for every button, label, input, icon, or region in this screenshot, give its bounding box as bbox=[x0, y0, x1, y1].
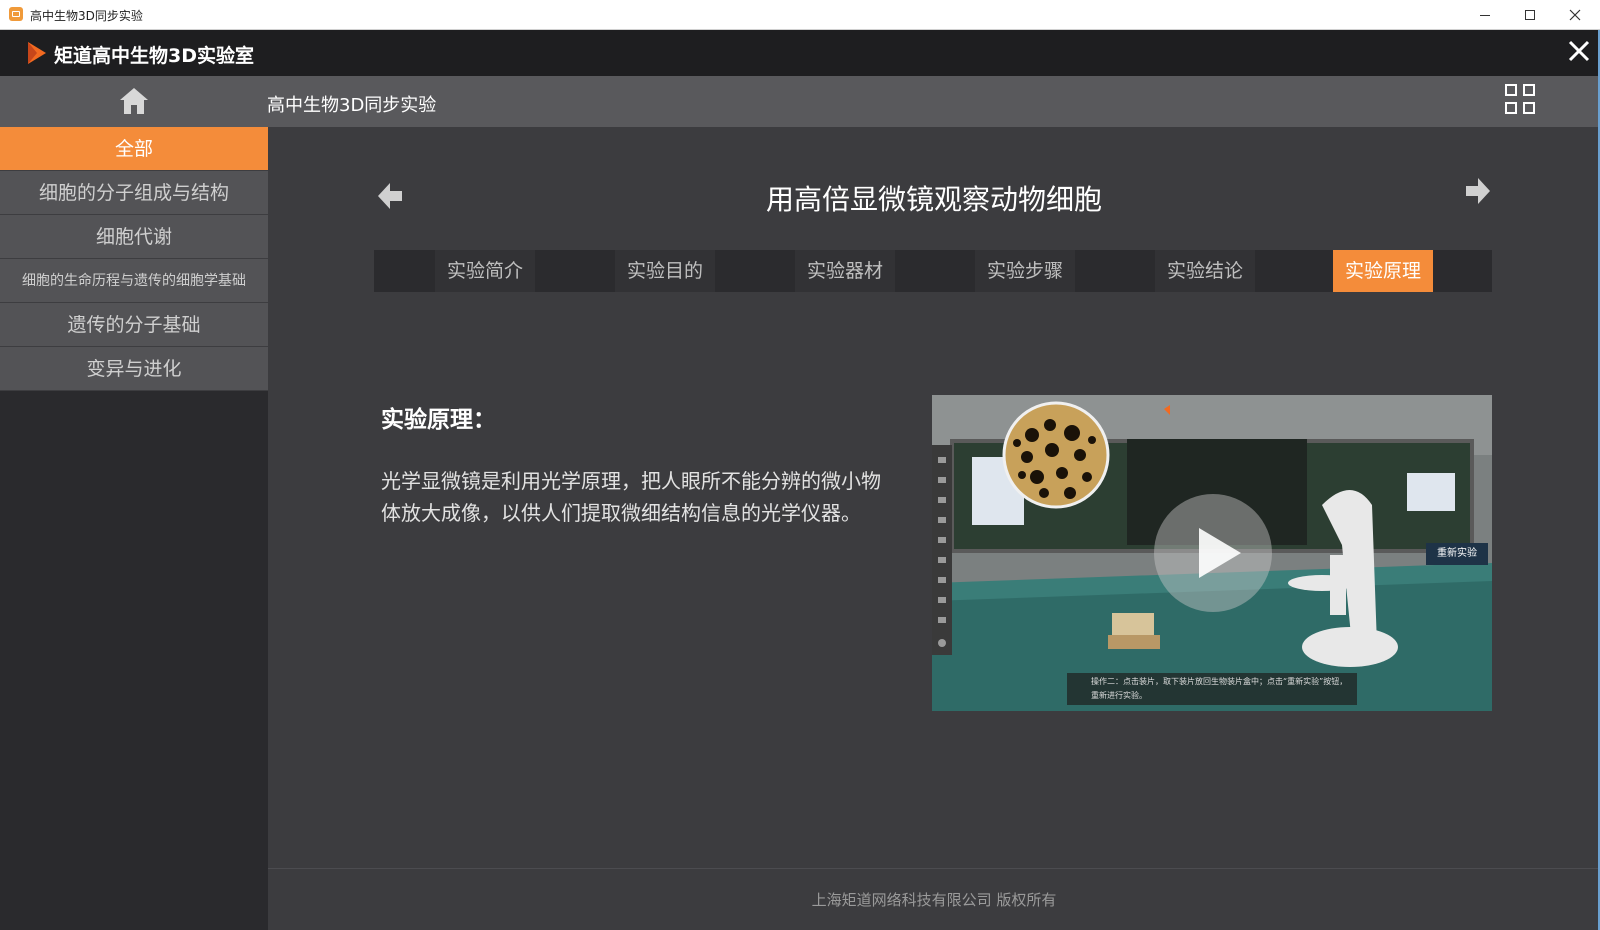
window-close-button[interactable] bbox=[1553, 0, 1597, 30]
sidebar-item-all[interactable]: 全部 bbox=[0, 127, 268, 171]
sidebar-item-cell-life-history[interactable]: 细胞的生命历程与遗传的细胞学基础 bbox=[0, 259, 268, 303]
experiment-video[interactable]: 重新实验 操作二：点击装片，取下装片放回生物装片盒中；点击“重新实验”按钮，重新… bbox=[932, 395, 1492, 711]
logo-icon bbox=[28, 42, 46, 64]
minimize-button[interactable] bbox=[1463, 0, 1507, 30]
footer: 上海矩道网络科技有限公司 版权所有 bbox=[268, 869, 1600, 930]
video-caption: 操作二：点击装片，取下装片放回生物装片盒中；点击“重新实验”按钮，重新进行实验。 bbox=[1067, 673, 1357, 705]
sidebar-item-variation-evolution[interactable]: 变异与进化 bbox=[0, 347, 268, 391]
sidebar-item-cell-composition[interactable]: 细胞的分子组成与结构 bbox=[0, 171, 268, 215]
tab-introduction[interactable]: 实验简介 bbox=[435, 250, 535, 292]
play-button[interactable] bbox=[1154, 494, 1272, 612]
app-icon bbox=[9, 7, 23, 21]
experiment-tabs: 实验简介 实验目的 实验器材 实验步骤 实验结论 实验原理 bbox=[374, 250, 1492, 292]
tab-purpose[interactable]: 实验目的 bbox=[615, 250, 715, 292]
tab-steps[interactable]: 实验步骤 bbox=[975, 250, 1075, 292]
nav-title: 高中生物3D同步实验 bbox=[267, 95, 437, 116]
grid-view-icon[interactable] bbox=[1505, 84, 1537, 116]
restart-experiment-label: 重新实验 bbox=[1426, 543, 1488, 565]
category-sidebar: 全部 细胞的分子组成与结构 细胞代谢 细胞的生命历程与遗传的细胞学基础 遗传的分… bbox=[0, 127, 268, 930]
maximize-button[interactable] bbox=[1508, 0, 1552, 30]
app-header: 矩道高中生物3D实验室 bbox=[0, 30, 1600, 76]
home-icon[interactable] bbox=[118, 86, 150, 116]
app-name: 矩道高中生物3D实验室 bbox=[54, 45, 254, 67]
sidebar-item-cell-metabolism[interactable]: 细胞代谢 bbox=[0, 215, 268, 259]
sidebar-item-molecular-genetics[interactable]: 遗传的分子基础 bbox=[0, 303, 268, 347]
close-icon bbox=[1569, 9, 1581, 21]
tab-equipment[interactable]: 实验器材 bbox=[795, 250, 895, 292]
principle-text: 光学显微镜是利用光学原理，把人眼所不能分辨的微小物体放大成像，以供人们提取微细结… bbox=[381, 469, 881, 525]
app-close-icon[interactable] bbox=[1568, 40, 1590, 62]
window-title: 高中生物3D同步实验 bbox=[30, 9, 143, 23]
tab-principle[interactable]: 实验原理 bbox=[1333, 250, 1433, 292]
nav-bar: 高中生物3D同步实验 bbox=[0, 76, 1600, 127]
copyright-text: 上海矩道网络科技有限公司 版权所有 bbox=[811, 891, 1057, 909]
previous-arrow-icon[interactable] bbox=[376, 181, 404, 211]
principle-heading: 实验原理： bbox=[381, 407, 496, 433]
tab-conclusion[interactable]: 实验结论 bbox=[1155, 250, 1255, 292]
next-arrow-icon[interactable] bbox=[1464, 176, 1492, 206]
experiment-title: 用高倍显微镜观察动物细胞 bbox=[765, 183, 1102, 216]
os-title-bar: 高中生物3D同步实验 bbox=[0, 0, 1600, 30]
